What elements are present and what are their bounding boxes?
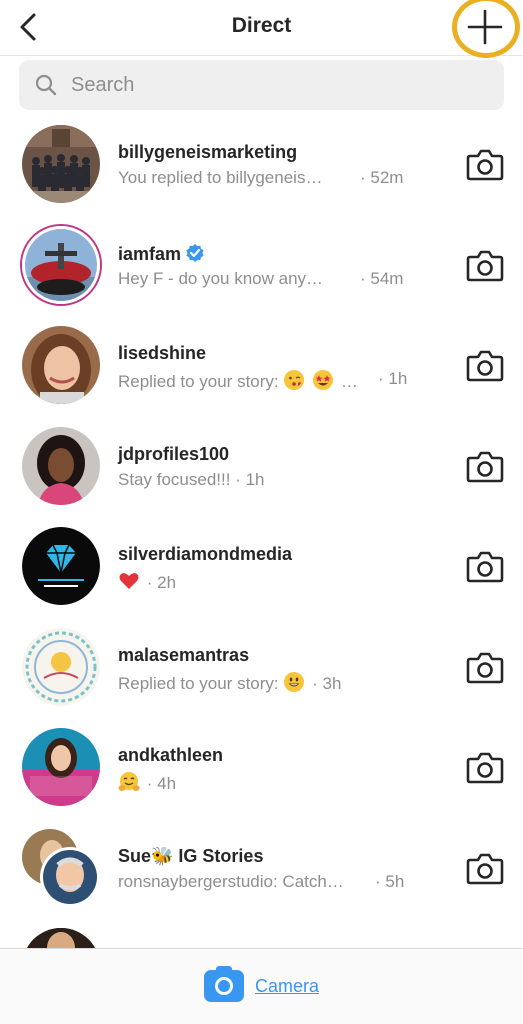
thread-row[interactable]: andkathleen · 4h <box>0 717 523 818</box>
thread-name: iamfam <box>118 243 205 265</box>
thread-preview: · 4h <box>118 771 176 794</box>
thread-time: · 2h <box>146 573 177 592</box>
thread-preview: Replied to your story: … <box>118 369 358 392</box>
thread-time: · 5h <box>375 871 405 891</box>
search-bar[interactable] <box>19 60 504 110</box>
thread-preview-text: Replied to your story: <box>118 372 279 391</box>
thread-preview-suffix: … <box>340 372 358 391</box>
thread-preview: You replied to billygeneis… <box>118 168 323 187</box>
thread-time: · 3h <box>312 673 342 693</box>
verified-badge-icon <box>186 243 204 262</box>
thread-preview: Replied to your story: · 3h <box>118 671 341 694</box>
thread-row[interactable]: lisedshine Replied to your story: … · 1h <box>0 315 523 416</box>
camera-icon[interactable] <box>466 750 504 784</box>
camera-link[interactable]: Camera <box>255 976 319 997</box>
thread-time: · 4h <box>146 774 177 793</box>
thread-name: silverdiamondmedia <box>118 544 293 564</box>
thread-row[interactable]: malasemantras Replied to your story: · 3… <box>0 617 523 718</box>
plus-icon[interactable] <box>466 8 504 46</box>
thread-preview: · 2h <box>118 570 176 593</box>
page-title: Direct <box>231 14 292 37</box>
camera-icon[interactable] <box>466 449 504 483</box>
camera-icon[interactable] <box>466 248 504 282</box>
bottom-camera-bar: Camera <box>0 948 523 1024</box>
thread-preview: ronsnaybergerstudio: Catch… <box>118 871 344 891</box>
thread-time: · 54m <box>360 268 404 288</box>
thread-name: andkathleen <box>118 745 224 765</box>
header: Direct <box>0 0 523 58</box>
thread-row[interactable]: billygeneismarketing You replied to bill… <box>0 114 523 215</box>
avatar[interactable] <box>22 728 100 806</box>
thread-name: jdprofiles100 <box>118 443 230 464</box>
thread-name: billygeneismarketing <box>118 142 298 162</box>
avatar[interactable] <box>22 326 100 404</box>
thread-row[interactable]: jdprofiles100 Stay focused!!! · 1h <box>0 416 523 517</box>
thread-preview: Hey F - do you know any… <box>118 268 324 288</box>
thread-name: lisedshine <box>118 343 207 363</box>
grinning-face-emoji-icon <box>284 671 305 692</box>
avatar <box>22 828 100 907</box>
thread-row[interactable]: iamfam Hey F - do you know any… · 54m <box>0 215 523 316</box>
thread-time: · 52m <box>360 168 404 187</box>
kissing-face-emoji-icon <box>284 370 305 390</box>
thread-row[interactable]: Sue🐝 IG Stories ronsnaybergerstudio: Cat… <box>0 818 523 919</box>
thread-preview-text: Replied to your story: <box>118 673 279 693</box>
camera-icon[interactable] <box>466 549 504 583</box>
hugging-face-emoji-icon <box>118 772 140 791</box>
thread-row[interactable]: silverdiamondmedia · 2h <box>0 516 523 617</box>
thread-name-text: iamfam <box>118 243 182 264</box>
thread-preview: Stay focused!!! · 1h <box>118 470 264 490</box>
camera-icon[interactable] <box>466 650 504 684</box>
camera-icon[interactable] <box>466 348 504 382</box>
avatar[interactable] <box>22 426 100 505</box>
search-input[interactable] <box>71 70 471 100</box>
avatar[interactable] <box>22 225 100 304</box>
camera-icon[interactable] <box>466 851 504 885</box>
avatar[interactable] <box>22 627 100 706</box>
thread-name: Sue🐝 IG Stories <box>118 845 264 866</box>
thread-name: malasemantras <box>118 644 250 665</box>
red-heart-emoji-icon <box>119 573 139 589</box>
avatar[interactable] <box>22 527 100 605</box>
thread-preview-text: Stay focused!!! <box>118 469 231 489</box>
avatar[interactable] <box>22 125 100 203</box>
group-avatar[interactable] <box>22 828 102 909</box>
search-icon <box>35 74 57 96</box>
thread-time: · 1h <box>378 369 408 388</box>
thread-list: billygeneismarketing You replied to bill… <box>0 114 523 918</box>
camera-icon[interactable] <box>466 147 504 181</box>
star-struck-emoji-icon <box>313 370 334 390</box>
thread-time: · 1h <box>235 469 265 489</box>
camera-button-icon[interactable] <box>203 965 245 1003</box>
